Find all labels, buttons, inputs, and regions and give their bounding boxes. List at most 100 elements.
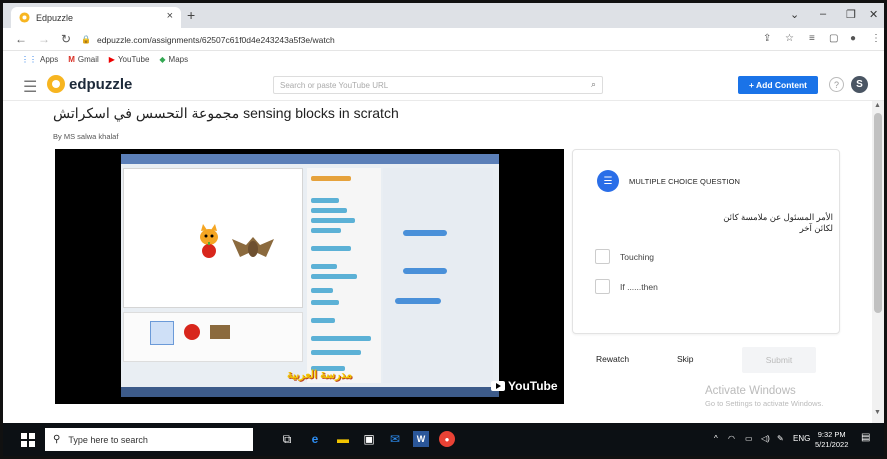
tab-close-icon[interactable]: × (167, 10, 173, 22)
submit-button[interactable]: Submit (742, 347, 816, 373)
bookmark-youtube[interactable]: ▶ YouTube (109, 55, 150, 64)
address-bar: ← → ↻ 🔒 edpuzzle.com/assignments/62507c6… (3, 28, 884, 51)
avatar[interactable]: S (851, 76, 868, 93)
notifications-icon[interactable]: ▤ (861, 432, 875, 446)
sprite-thumb-cat (150, 321, 174, 345)
taskbar-search-placeholder: Type here to search (68, 434, 148, 445)
gmail-icon: M (68, 55, 75, 64)
minimize-icon[interactable]: – (820, 8, 826, 20)
watermark-subtitle: Go to Settings to activate Windows. (705, 399, 824, 408)
video-taskbar (121, 387, 499, 397)
scratch-stage (123, 168, 303, 308)
profile-icon[interactable]: ● (850, 33, 856, 44)
bookmark-maps[interactable]: ◆ Maps (159, 55, 188, 64)
bookmark-label: YouTube (117, 55, 150, 64)
answer-option[interactable]: If ......then (595, 279, 658, 294)
scroll-up-icon[interactable]: ▲ (874, 102, 881, 109)
taskbar-clock[interactable]: 9:32 PM 5/21/2022 (815, 430, 848, 450)
palette-block (311, 300, 339, 305)
sprite-thumb-apple (184, 324, 200, 340)
script-block (403, 230, 447, 236)
palette-block (311, 350, 361, 355)
help-icon[interactable]: ? (829, 77, 844, 92)
edpuzzle-logo[interactable]: edpuzzle (47, 75, 132, 93)
bookmark-apps[interactable]: ⋮⋮ Apps (21, 55, 58, 64)
task-view-icon[interactable]: ⧉ (279, 431, 295, 447)
script-block (395, 298, 441, 304)
palette-block (311, 318, 335, 323)
answer-option[interactable]: Touching (595, 249, 654, 264)
lock-icon: 🔒 (81, 35, 91, 44)
palette-block (311, 288, 333, 293)
chevron-down-icon[interactable]: ⌄ (790, 8, 799, 21)
edge-icon[interactable]: e (307, 431, 323, 447)
palette-block (311, 176, 351, 181)
reading-list-icon[interactable]: ≡ (809, 33, 815, 44)
app-header: ☰ edpuzzle Search or paste YouTube URL ⌕… (3, 68, 884, 101)
chrome-icon[interactable]: ● (439, 431, 455, 447)
bookmark-gmail[interactable]: M Gmail (68, 55, 99, 64)
side-panel-icon[interactable]: ▢ (829, 33, 838, 44)
palette-block (311, 246, 351, 251)
language-label[interactable]: ENG (793, 434, 810, 443)
pen-icon[interactable]: ✎ (777, 434, 784, 443)
windows-start-icon[interactable] (21, 433, 35, 447)
volume-icon[interactable]: ◁) (761, 434, 770, 443)
browser-tab-strip: Edpuzzle × + ⌄ – ❐ ✕ (3, 3, 884, 28)
hamburger-menu-icon[interactable]: ☰ (23, 77, 37, 97)
scroll-down-icon[interactable]: ▼ (874, 409, 881, 416)
scratch-sprite-pane (123, 312, 303, 362)
tab-title: Edpuzzle (36, 12, 74, 23)
apps-icon: ⋮⋮ (21, 55, 37, 64)
palette-block (311, 208, 347, 213)
page-scrollbar[interactable]: ▲ ▼ (872, 101, 884, 423)
bookmark-star-icon[interactable]: ☆ (785, 33, 794, 44)
maps-icon: ◆ (159, 55, 166, 64)
youtube-play-icon (491, 381, 505, 391)
video-player[interactable]: مدرسة العربية YouTube (55, 149, 564, 404)
url-field[interactable]: 🔒 edpuzzle.com/assignments/62507c61f0d4e… (81, 31, 731, 48)
logo-text: edpuzzle (69, 75, 133, 93)
search-icon[interactable]: ⌕ (591, 79, 596, 90)
search-input[interactable]: Search or paste YouTube URL ⌕ (273, 76, 603, 94)
youtube-icon: ▶ (108, 55, 115, 64)
reload-icon[interactable]: ↻ (61, 32, 71, 46)
new-tab-button[interactable]: + (187, 7, 195, 23)
youtube-label: YouTube (508, 379, 558, 393)
question-text: الأمر المسئول عن ملامسة كائن لكائن آخر (723, 212, 833, 233)
sprite-thumb-bat (210, 325, 230, 339)
video-frame: مدرسة العربية (121, 154, 499, 397)
menu-kebab-icon[interactable]: ⋮ (871, 33, 881, 44)
forward-icon[interactable]: → (38, 32, 50, 46)
store-icon[interactable]: ▣ (361, 431, 377, 447)
palette-block (311, 228, 341, 233)
taskbar-search-input[interactable]: ⚲ Type here to search (45, 428, 253, 451)
bookmark-label: Maps (168, 55, 189, 64)
skip-button[interactable]: Skip (677, 354, 694, 364)
battery-icon[interactable]: ▭ (745, 434, 753, 443)
clock-date: 5/21/2022 (815, 440, 849, 449)
restore-icon[interactable]: ❐ (846, 8, 856, 21)
question-panel: ☰ MULTIPLE CHOICE QUESTION الأمر المسئول… (572, 149, 840, 334)
scrollbar-thumb[interactable] (874, 113, 882, 313)
multiple-choice-icon: ☰ (597, 170, 619, 192)
back-icon[interactable]: ← (15, 32, 27, 46)
share-icon[interactable]: ⇪ (763, 33, 771, 44)
close-window-icon[interactable]: ✕ (869, 8, 878, 21)
rewatch-button[interactable]: Rewatch (596, 354, 629, 364)
browser-tab[interactable]: Edpuzzle × (11, 7, 181, 28)
palette-block (311, 218, 355, 223)
word-icon[interactable]: W (413, 431, 429, 447)
clock-time: 9:32 PM (817, 430, 846, 439)
option-checkbox[interactable] (595, 279, 610, 294)
add-content-button[interactable]: + Add Content (738, 76, 818, 94)
network-icon[interactable]: ◠ (728, 434, 735, 443)
script-block (403, 268, 447, 274)
mail-icon[interactable]: ✉ (387, 431, 403, 447)
option-checkbox[interactable] (595, 249, 610, 264)
file-explorer-icon[interactable]: ▬ (335, 431, 351, 447)
youtube-watermark[interactable]: YouTube (491, 379, 558, 393)
video-overlay-text: مدرسة العربية (287, 369, 353, 381)
tray-chevron-icon[interactable]: ^ (714, 434, 718, 443)
bat-sprite-icon (232, 237, 274, 257)
